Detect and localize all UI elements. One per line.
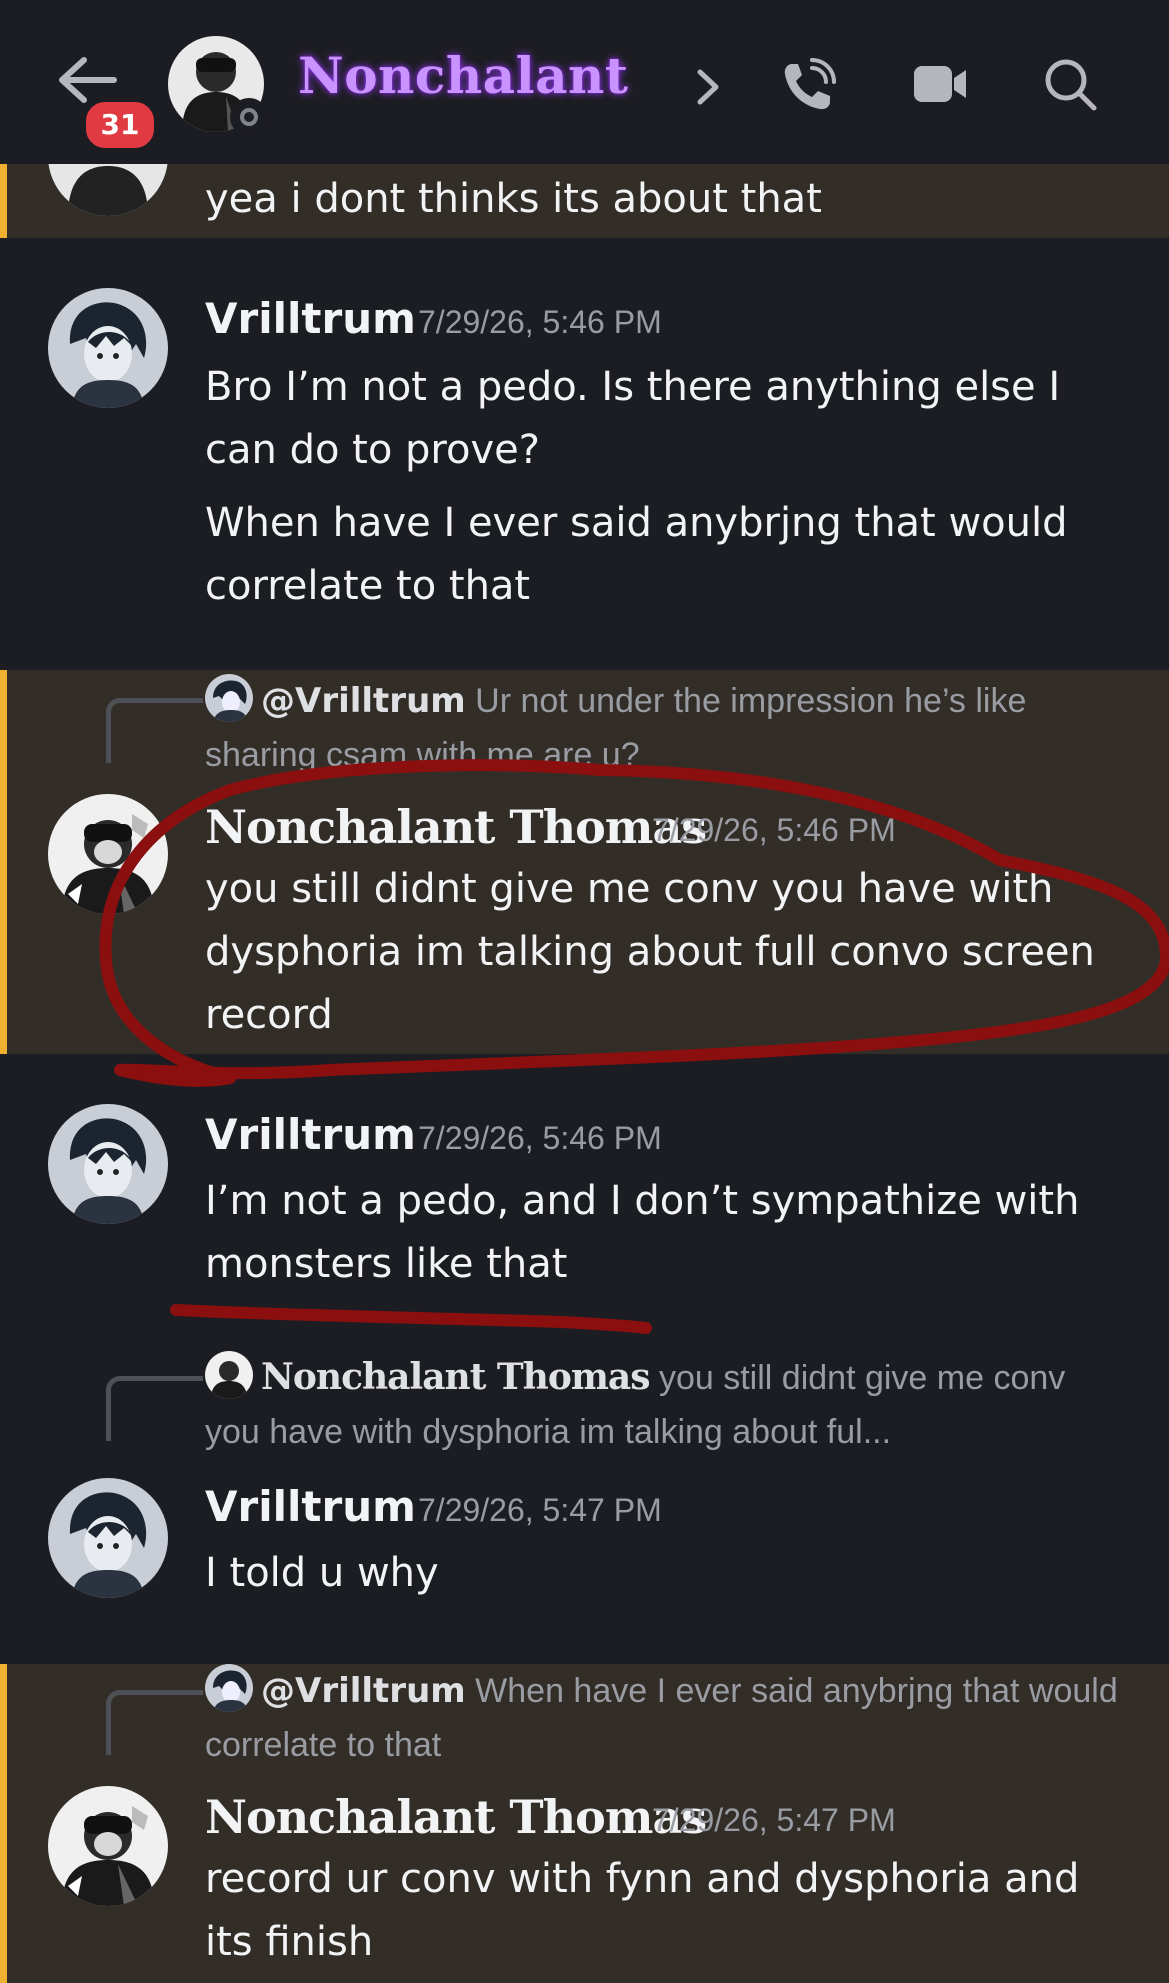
message-author[interactable]: Vrilltrum <box>205 1482 416 1531</box>
unread-badge: 31 <box>82 98 158 152</box>
top-bar: 31 Nonchalant <box>0 0 1169 164</box>
reply-avatar <box>205 674 253 722</box>
message-author[interactable]: Nonchalant Thomas <box>205 800 707 854</box>
reply-author: @Vrilltrum <box>261 1671 466 1711</box>
message-author[interactable]: Vrilltrum <box>205 1110 416 1159</box>
message-timestamp: 7/29/26, 5:46 PM <box>652 812 896 848</box>
message-text: I’m not a pedo, and I don’t sympathize w… <box>205 1178 1080 1287</box>
chevron-right-icon[interactable] <box>692 66 724 108</box>
reply-preview[interactable]: @Vrilltrum When have I ever said anybrjn… <box>205 1664 1129 1772</box>
channel-title[interactable]: Nonchalant <box>298 46 628 105</box>
message-item[interactable]: Nonchalant Thomas you still didnt give m… <box>0 1350 1169 1662</box>
reply-preview[interactable]: @Vrilltrum Ur not under the impression h… <box>205 674 1129 782</box>
message-text: Bro I’m not a pedo. Is there anything el… <box>205 364 1061 473</box>
offline-status-icon <box>230 98 268 136</box>
user-avatar[interactable] <box>48 1104 168 1224</box>
reply-connector <box>106 1690 203 1755</box>
message-text: When have I ever said anybrjng that woul… <box>205 500 1068 609</box>
message-timestamp: 7/29/26, 5:46 PM <box>418 1120 662 1156</box>
message-timestamp: 7/29/26, 5:47 PM <box>418 1492 662 1528</box>
message-timestamp: 7/29/26, 5:47 PM <box>652 1802 896 1838</box>
reply-connector <box>106 1376 203 1441</box>
phone-call-icon[interactable] <box>780 58 836 114</box>
message-text: I told u why <box>205 1550 439 1596</box>
user-avatar[interactable] <box>48 1478 168 1598</box>
video-camera-icon[interactable] <box>912 62 968 106</box>
message-author[interactable]: Vrilltrum <box>205 294 416 343</box>
user-avatar[interactable] <box>48 1786 168 1906</box>
message-timestamp: 7/29/26, 5:46 PM <box>418 304 662 340</box>
message-text: record ur conv with fynn and dysphoria a… <box>205 1856 1080 1965</box>
message-author[interactable]: Nonchalant Thomas <box>205 1790 707 1844</box>
message-item[interactable]: yea i dont thinks its about that <box>0 164 1169 238</box>
reply-avatar <box>205 1664 253 1712</box>
message-item[interactable]: Vrilltrum 7/29/26, 5:46 PM Bro I’m not a… <box>0 238 1169 668</box>
reply-preview[interactable]: Nonchalant Thomas you still didnt give m… <box>205 1350 1129 1459</box>
user-avatar[interactable] <box>48 794 168 914</box>
reply-avatar <box>205 1351 253 1399</box>
user-avatar[interactable] <box>48 288 168 408</box>
reply-author: @Vrilltrum <box>261 681 466 721</box>
message-item[interactable]: @Vrilltrum When have I ever said anybrjn… <box>0 1664 1169 1983</box>
search-icon[interactable] <box>1042 56 1098 112</box>
message-text: you still didnt give me conv you have wi… <box>205 866 1095 1038</box>
message-item[interactable]: Vrilltrum 7/29/26, 5:46 PM I’m not a ped… <box>0 1054 1169 1350</box>
message-text: yea i dont thinks its about that <box>205 176 822 222</box>
message-item[interactable]: @Vrilltrum Ur not under the impression h… <box>0 670 1169 1054</box>
reply-connector <box>106 698 203 763</box>
reply-author: Nonchalant Thomas <box>261 1356 651 1398</box>
